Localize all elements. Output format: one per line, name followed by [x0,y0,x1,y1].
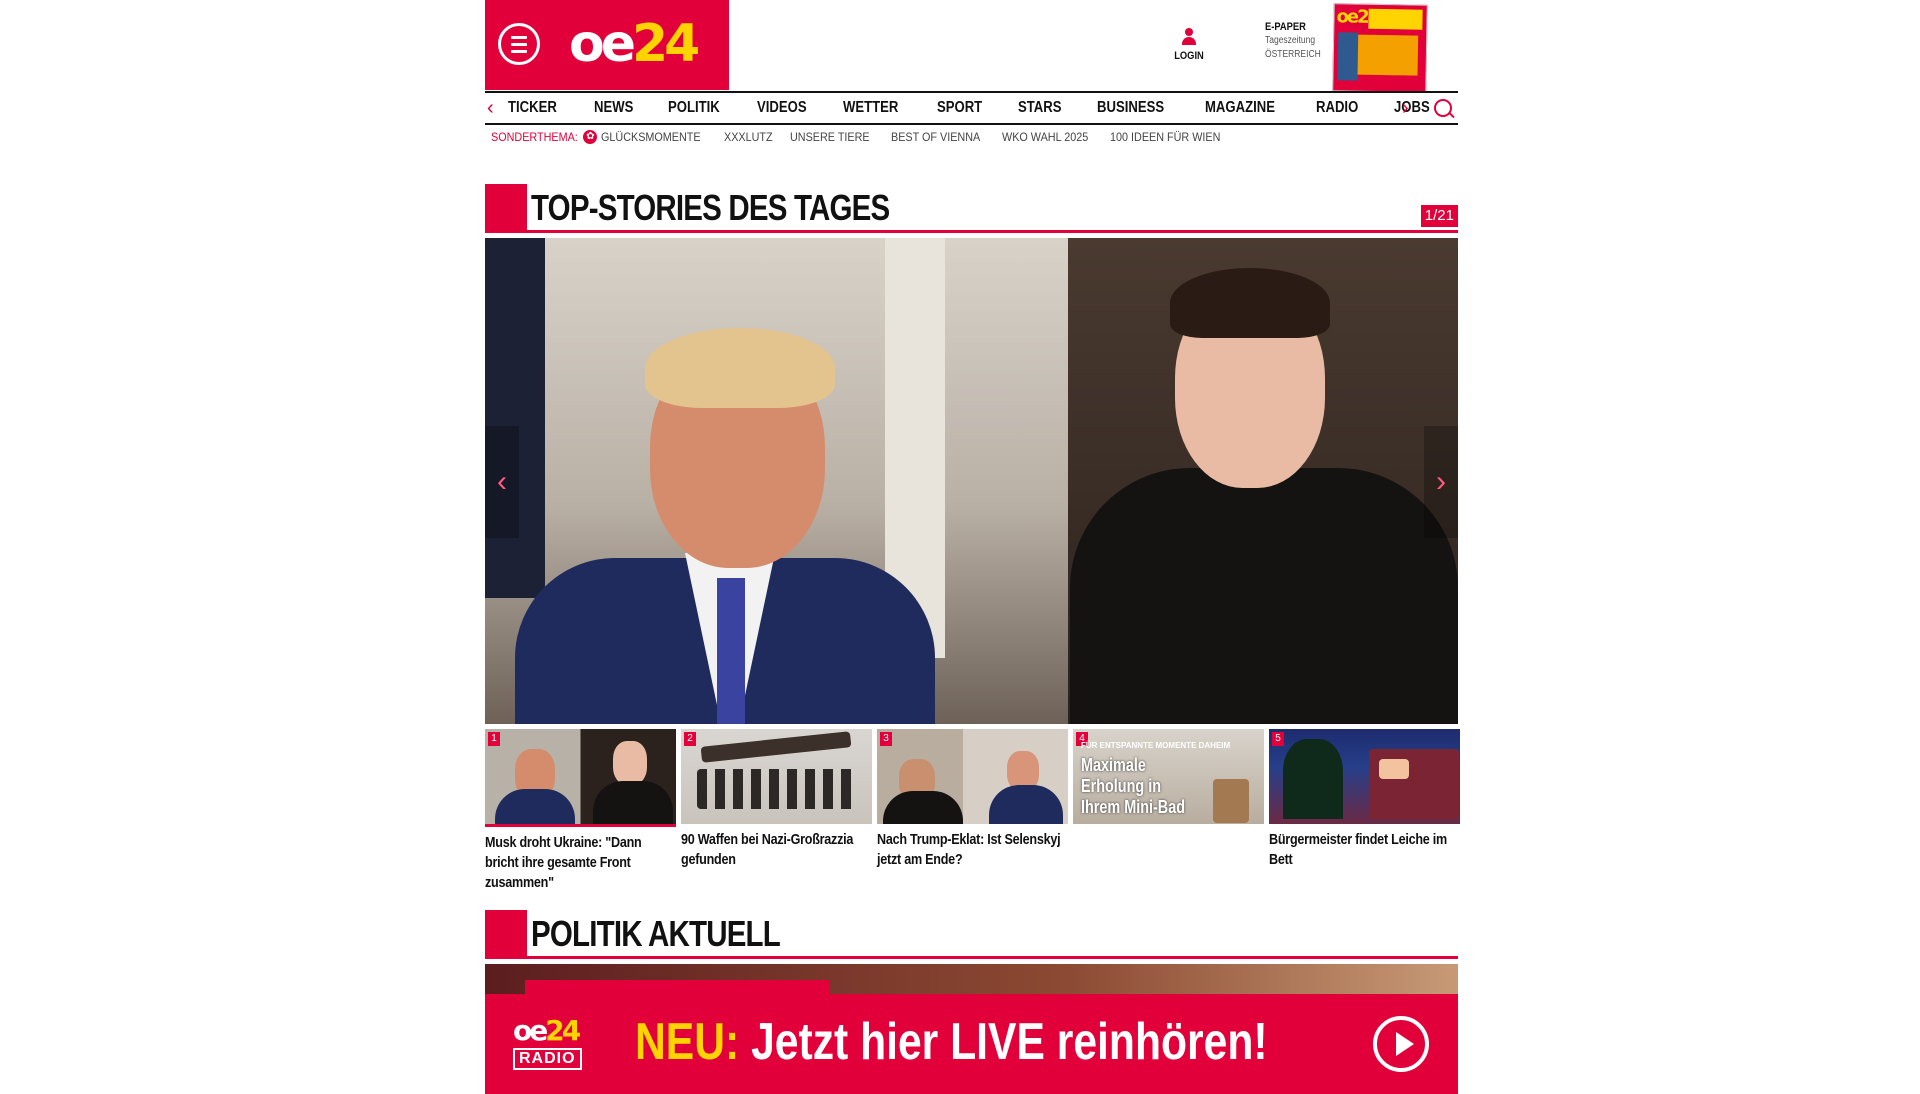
nav-item-magazine[interactable]: MAGAZINE [1205,99,1275,117]
story-thumb[interactable]: 3 Nach Trump-Eklat: Ist Selenskyj jetzt … [877,729,1068,870]
sonderthema-label: SONDERTHEMA: [491,130,578,144]
logo-24: 24 [632,14,700,74]
login-label: LOGIN [1174,50,1204,62]
search-icon[interactable] [1434,99,1452,117]
nav-items: TICKER NEWS POLITIK VIDEOS WETTER SPORT … [508,93,1463,123]
section-title: POLITIK AKTUELL [531,913,781,954]
login-button[interactable]: LOGIN [1169,28,1209,62]
logo-oe: oe [569,14,636,74]
nav-item-sport[interactable]: SPORT [937,99,982,117]
nav-next-icon[interactable]: › [1402,97,1409,120]
section-marker [485,910,527,956]
radio-logo-label: RADIO [513,1048,582,1070]
play-icon[interactable] [1373,1016,1429,1072]
slide-counter: 1/21 [1420,205,1458,227]
epaper-publication: ÖSTERREICH [1265,49,1321,60]
nav-prev-icon[interactable]: ‹ [487,97,494,120]
oe24-radio-logo: oe24 RADIO [513,1016,603,1076]
subnav-item-xxxlutz[interactable]: XXXLUTZ [724,130,773,144]
section-marker [485,184,527,230]
thumb-image: 4 FÜR ENTSPANNTE MOMENTE DAHEIM Maximale… [1073,729,1264,824]
thumb-number: 2 [684,732,696,746]
epaper-title: E-PAPER [1265,21,1306,33]
nav-item-jobs[interactable]: JOBS [1394,99,1430,117]
radio-banner[interactable]: oe24 RADIO NEU: Jetzt hier LIVE reinhöre… [485,994,1458,1094]
nav-item-wetter[interactable]: WETTER [843,99,898,117]
nav-item-business[interactable]: BUSINESS [1097,99,1164,117]
epaper-cover-image[interactable]: oe24 [1332,3,1428,93]
nav-item-radio[interactable]: RADIO [1316,99,1358,117]
story-thumb[interactable]: 2 90 Waffen bei Nazi-Großrazzia gefunden [681,729,872,870]
thumb-overlay-headline: Maximale Erholung in Ihrem Mini-Bad [1081,755,1186,817]
page: oe24 LOGIN E-PAPER Tageszeitung ÖSTERREI… [485,0,1460,1094]
slider-prev-icon[interactable]: ‹ [485,426,519,538]
radio-logo-oe: oe [513,1014,548,1047]
hero-slide-image[interactable]: ‹ › [485,238,1458,724]
story-thumb[interactable]: 1 Musk droht Ukraine: "Dann bricht ihre … [485,729,676,893]
slider-next-icon[interactable]: › [1424,426,1458,538]
radio-banner-text: NEU: Jetzt hier LIVE reinhören! [635,1012,1268,1072]
thumb-image: 2 [681,729,872,824]
story-thumb[interactable]: 5 Bürgermeister findet Leiche im Bett [1269,729,1460,870]
radio-neu-label: NEU: [635,1013,740,1071]
subnav-item-wko-wahl[interactable]: WKO WAHL 2025 [1002,130,1088,144]
thumb-kicker: FÜR ENTSPANNTE MOMENTE DAHEIM [1081,741,1231,750]
epaper-link[interactable]: E-PAPER Tageszeitung ÖSTERREICH [1265,20,1331,62]
subnav-item-best-of-vienna[interactable]: BEST OF VIENNA [891,130,980,144]
epaper-subtitle: Tageszeitung [1265,35,1316,46]
subnav-item-unsere-tiere[interactable]: UNSERE TIERE [790,130,870,144]
section-title: TOP-STORIES DES TAGES [531,187,890,228]
sonderthema-bar: SONDERTHEMA: ✿ GLÜCKSMOMENTE XXXLUTZ UNS… [491,130,1244,144]
thumb-headline: Nach Trump-Eklat: Ist Selenskyj jetzt am… [877,831,1061,868]
nav-item-news[interactable]: NEWS [594,99,633,117]
politik-aktuell-header: POLITIK AKTUELL [485,910,1458,959]
logo-area: oe24 [485,0,729,90]
menu-icon[interactable] [498,23,540,65]
top-stories-header: TOP-STORIES DES TAGES 1/21 [485,184,1458,233]
subnav-item-100-ideen[interactable]: 100 IDEEN FÜR WIEN [1110,130,1220,144]
nav-item-ticker[interactable]: TICKER [508,99,557,117]
nav-item-politik[interactable]: POLITIK [668,99,720,117]
thumb-number: 5 [1272,732,1284,746]
oe24-logo[interactable]: oe24 [569,14,700,74]
radio-logo-24: 24 [545,1014,581,1047]
thumb-image: 5 [1269,729,1460,824]
site-header: oe24 LOGIN E-PAPER Tageszeitung ÖSTERREI… [485,0,1458,93]
nav-item-stars[interactable]: STARS [1018,99,1061,117]
thumb-headline: 90 Waffen bei Nazi-Großrazzia gefunden [681,831,854,868]
user-icon [1181,28,1197,46]
subnav-item-gluecksmomente[interactable]: GLÜCKSMOMENTE [601,130,701,144]
thumb-headline: Musk droht Ukraine: "Dann bricht ihre ge… [485,834,642,891]
story-thumb[interactable]: 4 FÜR ENTSPANNTE MOMENTE DAHEIM Maximale… [1073,729,1264,830]
main-nav: ‹ TICKER NEWS POLITIK VIDEOS WETTER SPOR… [485,91,1458,125]
story-thumbnails: 1 Musk droht Ukraine: "Dann bricht ihre … [485,729,1460,899]
thumb-image: 3 [877,729,1068,824]
thumb-number: 1 [488,732,500,746]
thumb-headline: Bürgermeister findet Leiche im Bett [1269,831,1448,868]
clover-icon: ✿ [583,130,598,144]
thumb-number: 3 [880,732,892,746]
nav-item-videos[interactable]: VIDEOS [757,99,807,117]
epaper-cover-logo: oe24 [1336,6,1379,28]
radio-cta-text: Jetzt hier LIVE reinhören! [739,1013,1268,1071]
thumb-image: 1 [485,729,676,827]
